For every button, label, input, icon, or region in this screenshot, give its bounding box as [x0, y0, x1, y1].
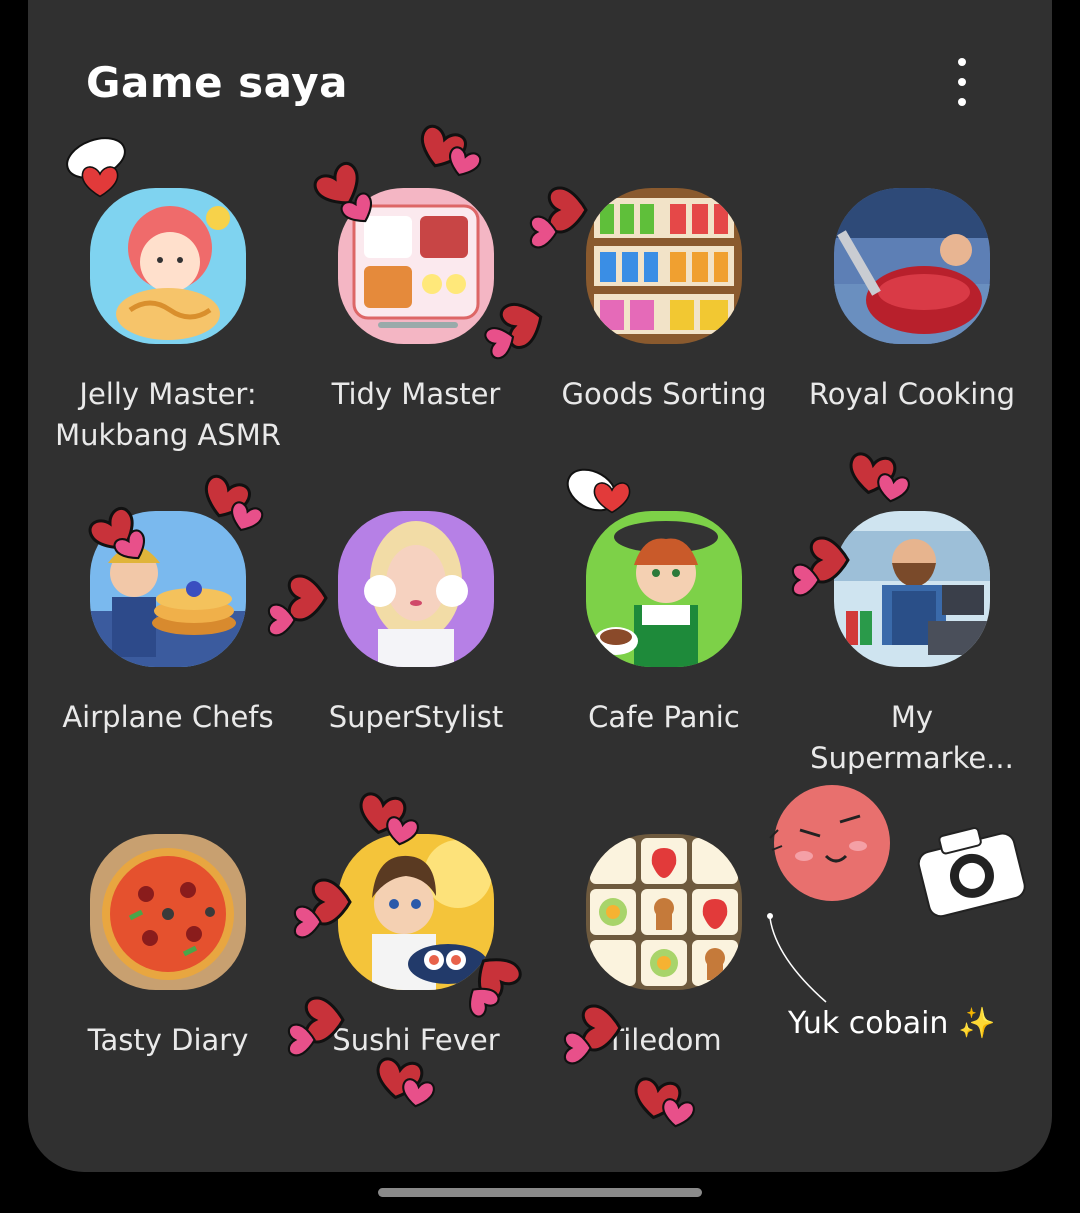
app-royal-cooking[interactable]: Royal Cooking	[788, 188, 1036, 415]
app-label: Tiledom	[606, 1023, 722, 1057]
sushi-fever-icon	[338, 834, 494, 990]
app-label: Tasty Diary	[87, 1023, 249, 1057]
app-sushi-fever[interactable]: Sushi Fever	[292, 834, 540, 1061]
airplane-chefs-icon	[90, 511, 246, 667]
cafe-panic-icon	[586, 511, 742, 667]
tasty-diary-icon	[90, 834, 246, 990]
app-tasty-diary[interactable]: Tasty Diary	[44, 834, 292, 1061]
caption-label: Yuk cobain	[788, 1006, 949, 1041]
goods-sorting-icon	[586, 188, 742, 344]
royal-cooking-icon	[834, 188, 990, 344]
app-label: Royal Cooking	[808, 377, 1016, 411]
app-label: My Supermarke...	[810, 700, 1014, 775]
home-gesture-bar[interactable]	[378, 1188, 702, 1197]
app-my-supermarket[interactable]: My Supermarke...	[788, 511, 1036, 779]
app-jelly-master[interactable]: Jelly Master: Mukbang ASMR	[44, 188, 292, 456]
tiledom-icon	[586, 834, 742, 990]
caption-text: Yuk cobain ✨	[788, 1006, 995, 1041]
my-supermarket-icon	[834, 511, 990, 667]
superstylist-icon	[338, 511, 494, 667]
app-label: Goods Sorting	[561, 377, 767, 411]
more-options-button[interactable]	[940, 54, 984, 110]
page-title: Game saya	[86, 58, 348, 107]
app-label: Airplane Chefs	[62, 700, 274, 734]
app-tidy-master[interactable]: Tidy Master	[292, 188, 540, 415]
app-label: Sushi Fever	[332, 1023, 500, 1057]
app-label: Jelly Master: Mukbang ASMR	[55, 377, 281, 452]
app-label: SuperStylist	[328, 700, 504, 734]
jelly-master-icon	[90, 188, 246, 344]
more-vert-icon	[958, 58, 966, 66]
app-label: Tidy Master	[331, 377, 501, 411]
app-cafe-panic[interactable]: Cafe Panic	[540, 511, 788, 738]
app-goods-sorting[interactable]: Goods Sorting	[540, 188, 788, 415]
sparkle-icon: ✨	[957, 1006, 996, 1041]
app-label: Cafe Panic	[588, 700, 740, 734]
tidy-master-icon	[338, 188, 494, 344]
app-superstylist[interactable]: SuperStylist	[292, 511, 540, 738]
app-tiledom[interactable]: Tiledom	[540, 834, 788, 1061]
app-airplane-chefs[interactable]: Airplane Chefs	[44, 511, 292, 738]
